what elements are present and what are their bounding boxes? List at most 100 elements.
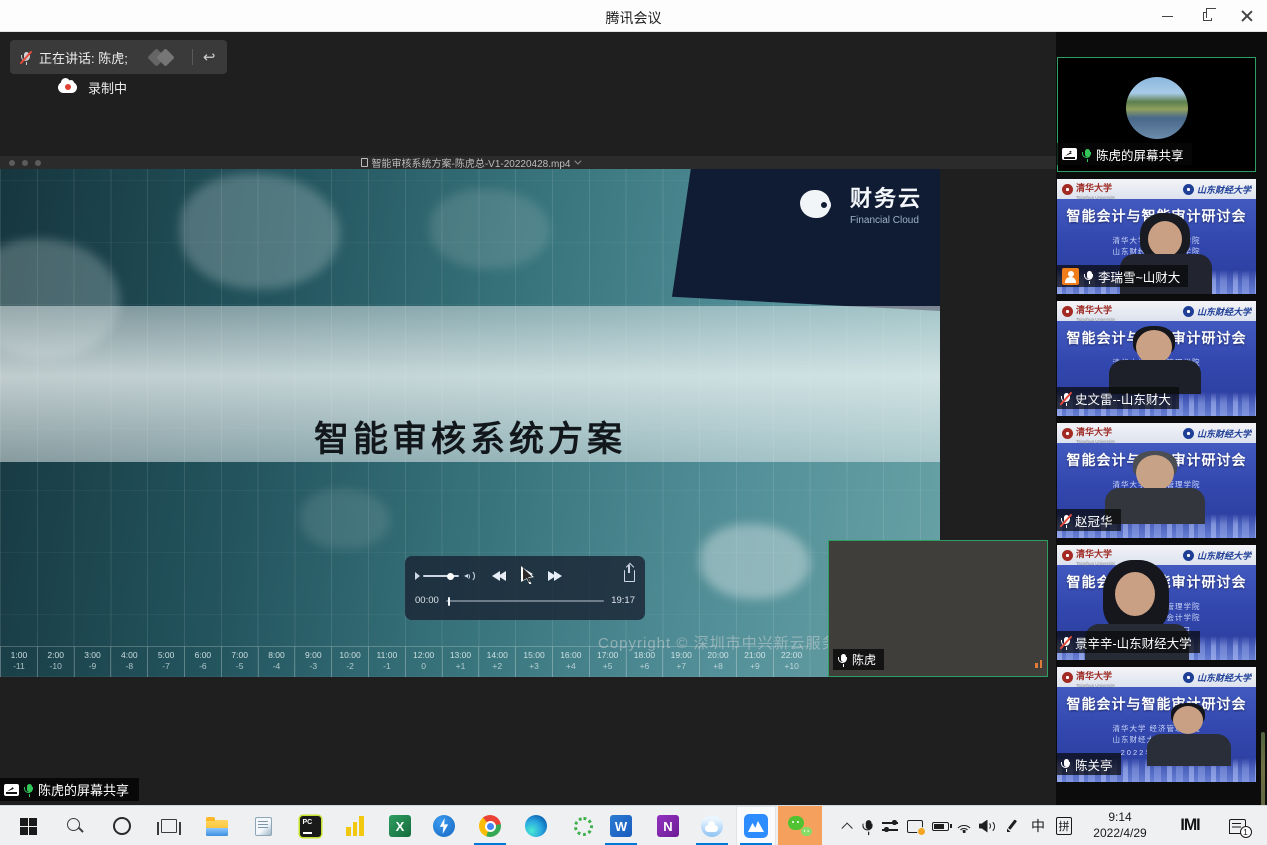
downloader-button[interactable] [424,806,464,845]
participant-tile[interactable]: 清华大学Tsinghua University 山东财经大学 智能会计与智能审计… [1057,301,1256,416]
lightning-app-icon [433,815,455,837]
battery-icon [932,822,949,831]
elapsed-time: 00:00 [415,595,439,606]
tsinghua-seal-icon [1062,428,1073,439]
tray-mic[interactable] [855,806,879,845]
timezone-cell: 11:00 -1 [368,647,405,677]
chrome-icon [479,815,501,837]
brand-subtitle: Financial Cloud [850,215,922,226]
wifi-icon [955,819,973,833]
mic-muted-icon [1062,515,1069,526]
presenter-camera-overlay: 陈虎 [828,540,1048,677]
screen-share-icon [1062,148,1077,160]
imi-logo-button[interactable]: IMI [1170,806,1210,845]
clock-time: 9:14 [1108,810,1131,826]
shared-file-title: 智能审核系统方案-陈虎总-V1-20220428.mp4 [0,155,940,170]
volume-slider [423,575,459,577]
recording-indicator: 录制中 [58,78,127,97]
timezone-cell: 17:00 +5 [589,647,626,677]
sdufe-seal-icon [1183,306,1194,317]
restore-icon [1203,12,1212,21]
reply-arrow-icon[interactable]: ↩ [203,50,216,65]
tray-pen[interactable] [1000,806,1024,845]
video-player-controls: 00:00 19:17 [405,556,645,620]
onenote-button[interactable]: N [648,806,688,845]
tray-wifi[interactable] [952,806,976,845]
task-view-button[interactable] [149,806,189,845]
start-button[interactable] [8,806,48,845]
weiyun-cloud-button[interactable] [692,806,732,845]
tray-expand-button[interactable] [833,806,857,845]
sdufe-seal-icon [1183,672,1194,683]
volume-high-icon [462,571,472,581]
participant-tile[interactable]: 清华大学Tsinghua University 山东财经大学 智能会计与智能审计… [1057,423,1256,538]
excel-icon: X [389,815,411,837]
green-ring-app-button[interactable] [563,806,603,845]
mixer-icon [882,819,898,833]
notepad-icon [255,817,272,836]
timezone-cell: 16:00 +4 [552,647,589,677]
wechat-button[interactable] [778,806,822,845]
tray-mixer[interactable] [878,806,902,845]
word-button[interactable]: W [601,806,641,845]
playhead [448,597,450,606]
audio-level-icon [1035,660,1042,668]
ime-lang-indicator: 中 [1031,816,1045,836]
taskbar-clock[interactable]: 9:14 2022/4/29 [1085,806,1155,845]
timezone-cell: 12:00 0 [405,647,442,677]
sdufe-seal-icon [1183,428,1194,439]
close-button[interactable] [1227,0,1267,32]
windows-taskbar: PC X W N 中 拼 9:14 2022/4/29 IMI 1 [0,805,1267,845]
power-bi-button[interactable] [335,806,375,845]
imi-logo-icon: IMI [1180,817,1199,836]
timezone-cell: 13:00 +1 [442,647,479,677]
participant-silhouette [1105,330,1205,394]
file-explorer-button[interactable] [197,806,237,845]
green-ring-icon [574,817,593,836]
sdufe-seal-icon [1183,550,1194,561]
notification-icon: 1 [1229,819,1246,834]
tray-app-notification[interactable] [903,806,927,845]
minimize-button[interactable] [1147,0,1187,32]
mic-muted-icon [1062,393,1069,404]
progress-bar [446,600,604,602]
tray-volume[interactable] [975,806,999,845]
participant-tile-screen-share[interactable]: 陈虎的屏幕共享 [1057,57,1256,172]
tsinghua-seal-icon [1062,550,1073,561]
presenter-name-label: 陈虎 [833,649,884,670]
excel-button[interactable]: X [380,806,420,845]
timezone-cell: 7:00 -5 [221,647,258,677]
ime-language[interactable]: 中 [1026,806,1050,845]
participant-label: 史文雷--山东财大 [1057,387,1179,409]
pycharm-button[interactable]: PC [290,806,330,845]
divider [192,49,193,65]
ime-mode[interactable]: 拼 [1052,806,1076,845]
mic-on-icon [839,654,846,665]
taskbar-search-button[interactable] [55,806,95,845]
file-icon [361,158,368,167]
cortana-button[interactable] [102,806,142,845]
chrome-button[interactable] [470,806,510,845]
notepad-button[interactable] [243,806,283,845]
tsinghua-seal-icon [1062,672,1073,683]
participant-label: 景辛辛-山东财经大学 [1057,631,1200,653]
map-shape [430,189,550,269]
onenote-icon: N [657,815,679,837]
clock-date: 2022/4/29 [1093,826,1146,842]
rewind-icon [494,571,506,581]
cloud-drive-icon [701,815,723,837]
tray-battery[interactable] [928,806,952,845]
participant-label: 陈关亭 [1057,753,1121,775]
participant-tile[interactable]: 清华大学Tsinghua University 山东财经大学 智能会计与智能审计… [1057,179,1256,294]
shared-mac-titlebar: 智能审核系统方案-陈虎总-V1-20220428.mp4 [0,156,1056,169]
meeting-logo-watermark-icon [150,51,172,64]
shared-video-content: 财务云 Financial Cloud 智能审核系统方案 [0,169,940,677]
participant-tile[interactable]: 清华大学Tsinghua University 山东财经大学 智能会计与智能审计… [1057,545,1256,660]
edge-button[interactable] [516,806,556,845]
action-center-button[interactable]: 1 [1222,806,1252,845]
timezone-cell: 6:00 -6 [184,647,221,677]
search-icon [66,817,84,835]
tencent-meeting-button[interactable] [736,806,776,845]
restore-button[interactable] [1187,0,1227,32]
participant-tile[interactable]: 清华大学Tsinghua University 山东财经大学 智能会计与智能审计… [1057,667,1256,782]
